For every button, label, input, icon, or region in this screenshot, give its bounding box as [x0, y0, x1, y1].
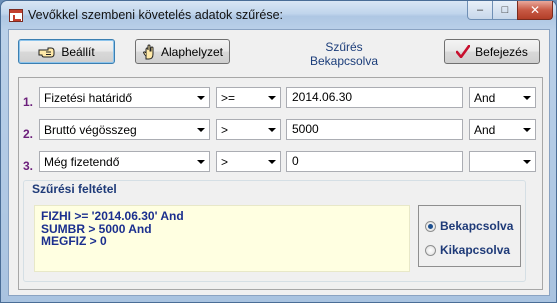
window-title: Vevőkkel szembeni követelés adatok szűré… — [28, 8, 283, 22]
filter-status-value: Bekapcsolva — [309, 54, 379, 68]
logic-select[interactable]: And — [469, 119, 536, 140]
app-window-icon — [9, 9, 23, 22]
logic-select[interactable] — [469, 151, 536, 172]
maximize-button[interactable]: □ — [492, 1, 518, 20]
chevron-down-icon[interactable] — [518, 88, 535, 107]
checkmark-icon — [456, 45, 471, 58]
value-input[interactable]: 2014.06.30 — [286, 87, 463, 108]
finish-button-label: Befejezés — [475, 44, 528, 59]
app-window: Vevőkkel szembeni követelés adatok szűré… — [0, 0, 557, 303]
chevron-down-icon[interactable] — [518, 152, 535, 171]
operator-select[interactable]: > — [216, 151, 281, 172]
radio-unselected-icon[interactable] — [425, 244, 436, 256]
minimize-button[interactable]: – — [467, 1, 493, 20]
field-select-value: Fizetési határidő — [44, 90, 133, 105]
filter-expression-line: MEGFIZ > 0 — [41, 234, 107, 248]
chevron-down-icon[interactable] — [263, 88, 280, 107]
filter-status-title: Szűrés — [325, 40, 363, 54]
operator-select[interactable]: > — [216, 119, 281, 140]
filter-mode-panel: Bekapcsolva Kikapcsolva — [418, 205, 521, 267]
reset-button[interactable]: Alaphelyzet — [135, 39, 230, 64]
apply-button-label: Beállít — [61, 44, 95, 59]
operator-select[interactable]: >= — [216, 87, 281, 108]
chevron-down-icon[interactable] — [192, 88, 209, 107]
filter-expression: FIZHI >= '2014.06.30' And SUMBR > 5000 A… — [34, 205, 410, 272]
chevron-down-icon[interactable] — [192, 120, 209, 139]
title-bar[interactable]: Vevőkkel szembeni követelés adatok szűré… — [1, 1, 556, 29]
chevron-down-icon[interactable] — [192, 152, 209, 171]
field-select[interactable]: Bruttó végösszeg — [39, 119, 210, 140]
filter-row-number: 2. — [23, 127, 34, 141]
filter-off-label: Kikapcsolva — [440, 243, 511, 257]
radio-selected-icon[interactable] — [425, 220, 436, 232]
filter-condition-title: Szűrési feltétel — [29, 182, 120, 196]
pointing-hand-icon — [38, 46, 56, 58]
apply-button[interactable]: Beállít — [18, 39, 115, 64]
chevron-down-icon[interactable] — [263, 152, 280, 171]
operator-select-value: > — [221, 122, 229, 137]
logic-select-value: And — [474, 90, 496, 105]
operator-select-value: >= — [221, 90, 236, 105]
field-select-value: Bruttó végösszeg — [44, 122, 137, 137]
logic-select[interactable]: And — [469, 87, 536, 108]
field-select[interactable]: Még fizetendő — [39, 151, 210, 172]
logic-select-value: And — [474, 122, 496, 137]
reset-button-label: Alaphelyzet — [160, 44, 224, 59]
operator-select-value: > — [221, 154, 229, 169]
raised-hand-icon — [142, 43, 156, 60]
chevron-down-icon[interactable] — [263, 120, 280, 139]
value-input[interactable]: 5000 — [286, 119, 463, 140]
value-input[interactable]: 0 — [286, 151, 463, 172]
dialog-client-area: Beállít Alaphelyzet Szűrés Bekapcsolva B… — [8, 29, 550, 296]
filter-row-number: 3. — [23, 159, 34, 173]
filter-off-radio[interactable]: Kikapcsolva — [425, 243, 510, 257]
filter-row-number: 1. — [23, 95, 34, 109]
close-button[interactable]: ✕ — [517, 1, 553, 20]
field-select[interactable]: Fizetési határidő — [39, 87, 210, 108]
filter-on-radio[interactable]: Bekapcsolva — [425, 219, 513, 233]
field-select-value: Még fizetendő — [44, 154, 120, 169]
finish-button[interactable]: Befejezés — [444, 39, 540, 64]
chevron-down-icon[interactable] — [518, 120, 535, 139]
filter-expression-line: FIZHI >= '2014.06.30' And — [41, 209, 184, 223]
filter-on-label: Bekapcsolva — [440, 219, 514, 233]
